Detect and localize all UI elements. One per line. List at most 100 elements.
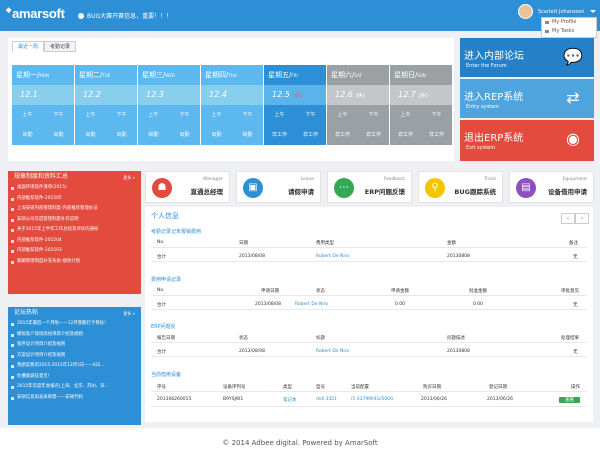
rules-title: 规章制度和资料汇总 (14, 173, 69, 180)
half-day-labels: 上午 下午 (75, 105, 137, 125)
list-item[interactable]: 程序设计项目介绍及规则 (8, 340, 141, 351)
shortcut-en-label: Equipment (562, 177, 587, 182)
list-item[interactable]: 安硕信息再发表辉煌——安硕代码 (8, 393, 141, 404)
col-header: 审批意见 (561, 289, 579, 294)
notice-bar[interactable]: BUG大赛开赛信息，重要！！！ (78, 11, 172, 20)
list-item[interactable]: 内部推荐软件-201503 (8, 246, 141, 257)
list-item[interactable]: 方案设计项目介绍及规则 (8, 351, 141, 362)
shortcut-feedback[interactable]: ⋯ Feedback ERP问题反馈 (327, 171, 412, 203)
cell-link[interactable]: 笔记本 (283, 397, 297, 403)
prev-button[interactable]: ‹ (561, 213, 575, 224)
day-column[interactable]: 星期一/MON 12.1 上午 下午 出勤 出勤 (12, 65, 74, 157)
list-item[interactable]: 安硕公司年度管理制度补充说明 (8, 215, 141, 226)
col-header: 金额 (447, 241, 456, 246)
section-title: 考勤记录记未报销费用 (151, 229, 202, 235)
col-header: 类型 (283, 385, 292, 390)
col-header: 标题 (316, 336, 325, 341)
attendance-status: 非工作 非工作 (390, 125, 452, 145)
tile-0[interactable]: 进入内部论坛 Enter the Forum 💬 (460, 38, 594, 77)
shortcut-equipment[interactable]: ▤ Equipment 设备借用申请 (509, 171, 594, 203)
shortcut-cn-label: 请假申请 (288, 188, 314, 196)
leave-icon: ▣ (243, 178, 263, 198)
day-column[interactable]: 星期三/WED 12.3 上午 下午 缺勤 出勤 (138, 65, 200, 157)
tab-recent-week[interactable]: 最近一周 (12, 41, 45, 52)
day-column[interactable]: 星期日/SUN 12.7 [休] 上午 下午 非工作 非工作 (390, 65, 452, 157)
list-item[interactable]: 2015年最后一个月啦——12月我最打卡目标！ (8, 319, 141, 330)
shortcut-manager[interactable]: ☗ Manager 直通总经理 (145, 171, 230, 203)
cell-link[interactable]: Robert De Niro (316, 254, 349, 259)
cell-link[interactable]: Robert De Niro (316, 349, 349, 354)
list-item[interactable]: 模拟客户现场高仿项目介绍及规则 (8, 330, 141, 341)
list-item[interactable]: 桌面环境软件清单(2015) (8, 183, 141, 194)
day-date: 12.1 (12, 85, 74, 105)
half-day-labels: 上午 下午 (264, 105, 326, 125)
list-item[interactable]: 吐槽版诚征意见！ (8, 372, 141, 383)
list-item[interactable]: 上海安硕内部管理制度-内部推荐管理办法 (8, 204, 141, 215)
cell: 合计 (157, 255, 166, 260)
cell: 2013/08/08 (239, 349, 265, 354)
rules-box: 规章制度和资料汇总 更多 » 桌面环境软件清单(2015) 内部推荐软件-2015… (8, 171, 141, 294)
top-bar: ◆amarsoft BUG大赛开赛信息，重要！！！ Scarlett Johan… (0, 0, 600, 31)
avatar[interactable] (518, 4, 533, 19)
logo[interactable]: ◆amarsoft (6, 6, 66, 21)
shortcut-cn-label: 设备借用申请 (548, 188, 587, 196)
table-row: 合计 2013/08/08 Robert De Niro 0.00 0.00 无 (151, 300, 587, 310)
shortcut-track[interactable]: ⚲ Track BUG跟踪系统 (418, 171, 503, 203)
user-menu: My Profile My Tasks (541, 17, 597, 38)
col-header: 费用类型 (316, 241, 334, 246)
col-header: 批准金额 (469, 289, 487, 294)
menu-my-tasks[interactable]: My Tasks (542, 27, 596, 36)
user-name[interactable]: Scarlett Johansson (538, 9, 584, 15)
day-header: 星期日/SUN (390, 65, 452, 85)
day-column[interactable]: 星期二/TUE 12.2 上午 下午 出勤 出勤 (75, 65, 137, 157)
tile-1[interactable]: 进入REP系统 Entry system ⇄ (460, 79, 594, 118)
col-header: No. (157, 288, 165, 293)
half-day-labels: 上午 下午 (327, 105, 389, 125)
next-button[interactable]: › (575, 213, 589, 224)
chevron-down-icon[interactable] (590, 10, 596, 13)
menu-my-profile[interactable]: My Profile (542, 18, 596, 27)
shortcut-cn-label: 直通总经理 (190, 188, 224, 196)
rules-more-link[interactable]: 更多 » (123, 175, 135, 181)
view-button[interactable]: 查看 (559, 397, 580, 403)
shortcut-cn-label: BUG跟踪系统 (454, 188, 496, 196)
forum-more-link[interactable]: 更多 » (123, 311, 135, 317)
cell-link[interactable]: Robert De Niro (295, 302, 328, 307)
list-item[interactable]: 关于2015年上半年工作总结及评优的通知 (8, 225, 141, 236)
col-header: No. (157, 240, 165, 245)
col-header: 备注 (569, 241, 578, 246)
cell: 合计 (157, 303, 166, 308)
list-item[interactable]: 薪酬管理制度补充条款-绩效计划 (8, 257, 141, 268)
list-item[interactable]: 内部推荐软件-201504 (8, 236, 141, 247)
cell: 20130808 (447, 254, 470, 259)
tile-2[interactable]: 退出ERP系统 Exit system ◉ (460, 120, 594, 161)
list-item[interactable]: 我想说我的2015.2015年12月5日——6日... (8, 361, 141, 372)
day-column[interactable]: 星期四/THU 12.4 上午 下午 出勤 缺勤 (201, 65, 263, 157)
col-header: 购买日期 (423, 385, 441, 390)
cell-link[interactable]: dell 3421 (316, 397, 337, 402)
cell: 无 (573, 350, 578, 355)
tile-subtitle: Entry system (466, 104, 499, 110)
day-column[interactable]: 星期六/SAT 12.6 [休] 上午 下午 非工作 非工作 (327, 65, 389, 157)
cell: 2013/06/26 (421, 397, 447, 402)
half-day-labels: 上午 下午 (390, 105, 452, 125)
day-column[interactable]: 星期五/FRI 12.5 [休] 上午 下午 非工作 非工作 (264, 65, 326, 157)
shortcut-en-label: Manager (203, 177, 223, 182)
table-row: 201306260015 B9YSJW1 笔记本 dell 3421 i5-33… (151, 395, 587, 407)
day-header: 星期五/FRI (264, 65, 326, 85)
manager-icon: ☗ (152, 178, 172, 198)
col-header: 型号 (316, 385, 325, 390)
list-item[interactable]: 内部推荐软件-201505 (8, 194, 141, 205)
shortcut-en-label: Track (484, 177, 496, 182)
tab-attendance[interactable]: 考勤记录 (44, 41, 77, 52)
feedback-icon: ⋯ (334, 178, 354, 198)
cell-link[interactable]: i5-3379M/4G/500G (351, 397, 394, 402)
col-header: 序号 (157, 385, 166, 390)
tile-title: 退出ERP系统 (464, 133, 524, 144)
col-header: 报告日期 (157, 336, 175, 341)
shortcut-leave[interactable]: ▣ Leave 请假申请 (236, 171, 321, 203)
list-item[interactable]: 2015年年度年会报名(上海、北京、苏州、深... (8, 382, 141, 393)
panel-title: 个人信息 (151, 212, 179, 220)
col-header: 申请日期 (261, 289, 279, 294)
day-date: 12.5 [休] (264, 85, 326, 105)
